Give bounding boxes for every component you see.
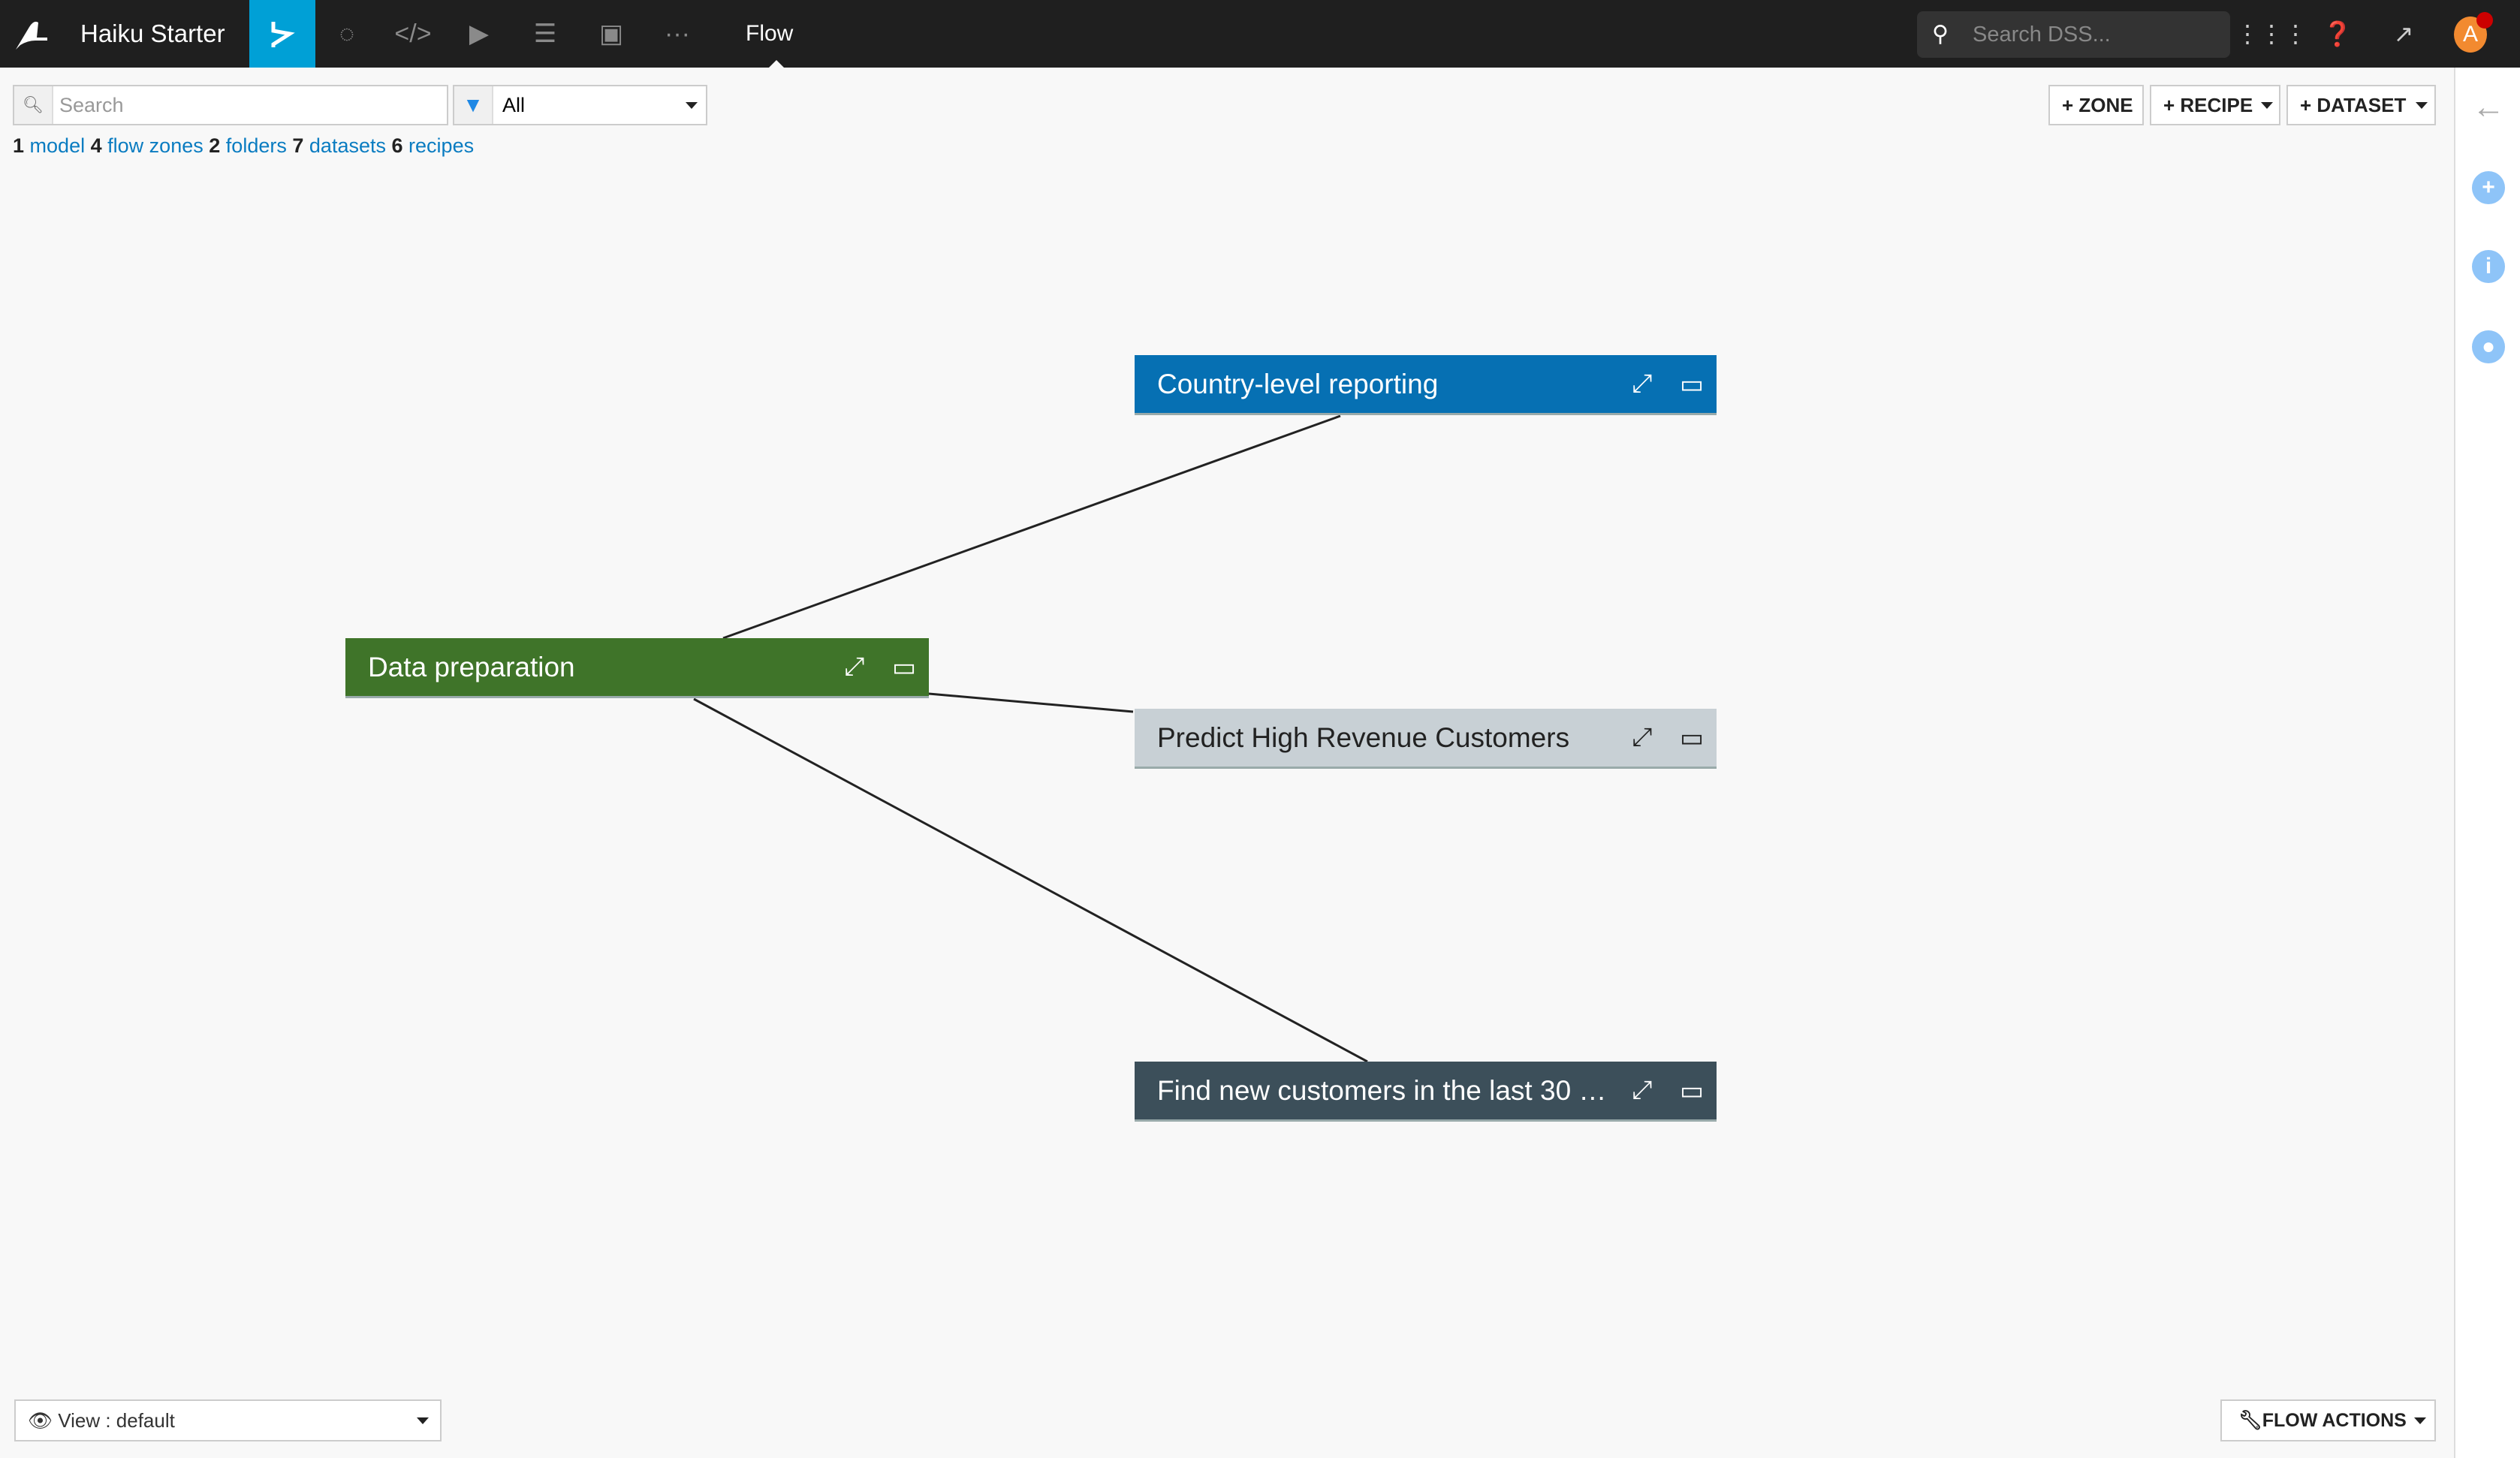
zone-find-new-customers[interactable]: Find new customers in the last 30 … ⤢ ▭ <box>1135 1062 1717 1122</box>
chevron-down-icon <box>2414 1417 2426 1424</box>
wrench-icon: 🔧︎ <box>2238 1410 2262 1431</box>
view-value: View : default <box>58 1409 175 1432</box>
expand-icon[interactable]: ⤢ <box>1617 1076 1667 1105</box>
chevron-down-icon <box>417 1417 429 1424</box>
window-icon[interactable]: ▭ <box>879 652 929 682</box>
expand-icon[interactable]: ⤢ <box>830 652 879 682</box>
window-icon[interactable]: ▭ <box>1667 369 1717 399</box>
zone-label: Find new customers in the last 30 … <box>1157 1074 1607 1106</box>
zone-label: Data preparation <box>368 651 575 682</box>
zone-link <box>928 692 1134 713</box>
view-label: 👁︎ View : default <box>28 1401 175 1440</box>
zone-data-preparation[interactable]: Data preparation ⤢ ▭ <box>345 638 929 698</box>
zone-label: Predict High Revenue Customers <box>1157 721 1570 753</box>
eye-icon: 👁︎ <box>28 1409 59 1432</box>
expand-icon[interactable]: ⤢ <box>1617 723 1667 752</box>
flow-actions-text: FLOW ACTIONS <box>2262 1410 2407 1431</box>
zone-country-level-reporting[interactable]: Country-level reporting ⤢ ▭ <box>1135 355 1717 415</box>
flow-actions-label: 🔧︎FLOW ACTIONS <box>2238 1401 2407 1440</box>
zone-label: Country-level reporting <box>1157 368 1439 399</box>
window-icon[interactable]: ▭ <box>1667 723 1717 753</box>
flow-actions-button[interactable]: 🔧︎FLOW ACTIONS <box>2220 1399 2436 1441</box>
zone-link <box>722 414 1341 640</box>
expand-icon[interactable]: ⤢ <box>1617 369 1667 399</box>
window-icon[interactable]: ▭ <box>1667 1076 1717 1106</box>
view-select[interactable]: 👁︎ View : default <box>14 1399 442 1441</box>
zone-predict-high-revenue-customers[interactable]: Predict High Revenue Customers ⤢ ▭ <box>1135 709 1717 769</box>
